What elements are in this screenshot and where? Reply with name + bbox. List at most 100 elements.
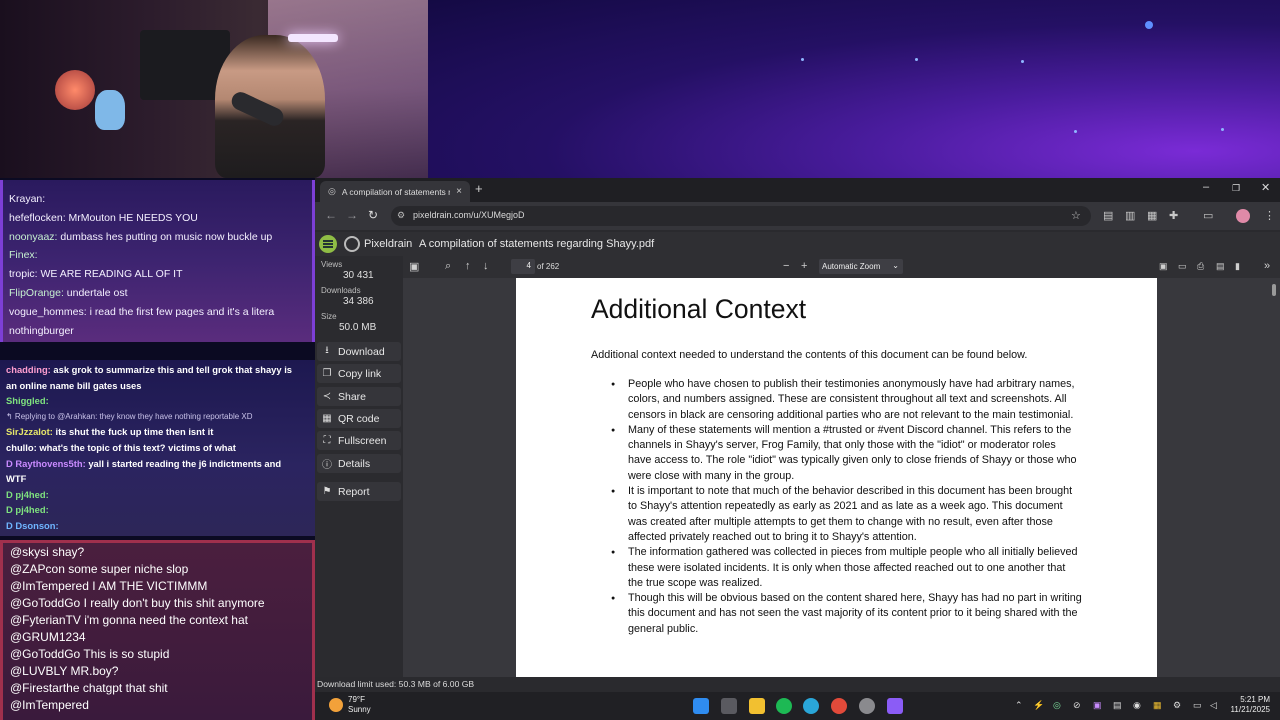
stream-background (428, 0, 1280, 178)
pdf-toolbar: ▣ ⌕ ↑ ↓ 4 of 262 − + Automatic Zoom ⌄ ▣ … (403, 256, 1280, 278)
details-button[interactable]: ⓘ Details (317, 454, 401, 473)
bookmark-icon[interactable]: ▮ (1235, 261, 1240, 272)
tray-app-icon[interactable]: ⚙ (1173, 700, 1181, 711)
sidebar-toggle-icon[interactable]: ▣ (409, 260, 419, 273)
chat-text: its shut the fuck up time then isnt it (55, 426, 214, 438)
obs-icon[interactable] (859, 698, 875, 714)
chat-username[interactable]: vogue_hommes: (9, 306, 87, 318)
menu-button[interactable] (319, 235, 337, 253)
maximize-button[interactable]: ❐ (1232, 183, 1240, 194)
chat-username[interactable]: Shiggled: (6, 395, 49, 406)
spotify-icon[interactable] (776, 698, 792, 714)
file-explorer-icon[interactable] (749, 698, 765, 714)
presentation-icon[interactable]: ▣ (1159, 261, 1168, 272)
back-icon[interactable]: ← (325, 208, 337, 222)
app-icon[interactable] (887, 698, 903, 714)
chat-username[interactable]: tropic: (9, 268, 38, 280)
chat-username[interactable]: chadding: (6, 364, 51, 375)
save-icon[interactable]: ▤ (1216, 261, 1225, 272)
clock[interactable]: 5:21 PM 11/21/2025 (1228, 695, 1270, 715)
bookmark-star-icon[interactable]: ☆ (1071, 209, 1081, 222)
steam-icon[interactable]: ◉ (1133, 700, 1141, 711)
address-bar[interactable]: ⚙ pixeldrain.com/u/XUMegjoD (391, 206, 1091, 226)
previous-page-icon[interactable]: ↑ (465, 260, 471, 272)
tray-app-icon[interactable]: ⚡ (1033, 700, 1044, 711)
site-name[interactable]: Pixeldrain (364, 238, 412, 250)
chat-username[interactable]: D Raythovens5th: (6, 458, 86, 469)
qr-code-icon: ▦ (322, 413, 332, 424)
forward-icon[interactable]: → (346, 208, 358, 222)
scrollbar-thumb[interactable] (1272, 284, 1276, 296)
browser-tab[interactable]: ◎ A compilation of statements re × (320, 181, 470, 202)
chat-username[interactable]: @GoToddGo (10, 647, 80, 661)
chat-username[interactable]: Finex: (9, 249, 38, 261)
copy-link-button[interactable]: ❐ Copy link (317, 364, 401, 383)
tools-chevron-icon[interactable]: » (1264, 260, 1270, 272)
chat-username[interactable]: @LUVBLY (10, 664, 67, 678)
reload-icon[interactable]: ↻ (368, 208, 378, 222)
close-window-button[interactable]: ✕ (1261, 181, 1270, 194)
downloads-count: 34 386 (343, 296, 374, 307)
chat-username[interactable]: @ImTempered (10, 579, 89, 593)
download-button[interactable]: ⭳ Download (317, 342, 401, 361)
tray-app-icon[interactable]: ▤ (1113, 700, 1122, 711)
weather-widget[interactable]: 79°F Sunny (348, 695, 371, 715)
chat-username[interactable]: noonyaaz: (9, 231, 57, 243)
more-menu-icon[interactable]: ⋮ (1264, 209, 1275, 222)
extensions-puzzle-icon[interactable]: ✚ (1169, 209, 1178, 222)
chat-username[interactable]: @skysi (10, 545, 49, 559)
open-file-icon[interactable]: ▭ (1178, 261, 1187, 272)
site-info-icon[interactable]: ⚙ (397, 210, 405, 221)
page-number-input[interactable]: 4 (511, 259, 535, 274)
tray-app-icon[interactable]: ▦ (1153, 700, 1162, 711)
profile-avatar[interactable] (1236, 209, 1250, 223)
close-tab-icon[interactable]: × (456, 186, 462, 197)
document-extension-icon[interactable]: ▤ (1103, 209, 1113, 222)
zoom-in-icon[interactable]: + (801, 260, 807, 272)
chat-username[interactable]: @ImTempered (10, 698, 89, 712)
tray-chevron-icon[interactable]: ⌃ (1015, 700, 1023, 711)
chat-username[interactable]: @GoToddGo (10, 596, 80, 610)
chat-username[interactable]: D Dsonson: (6, 520, 59, 531)
chat-panel-middle: chadding: ask grok to summarize this and… (0, 360, 315, 536)
volume-icon[interactable]: ◁ (1210, 700, 1217, 711)
tab-search-icon[interactable]: ▭ (1203, 209, 1213, 222)
page-count: of 262 (537, 262, 560, 271)
chat-username[interactable]: hefeflocken: (9, 212, 66, 224)
search-icon[interactable]: ⌕ (445, 260, 451, 273)
chat-username[interactable]: @ZAPcon (10, 562, 65, 576)
tray-app-icon[interactable]: ⊘ (1073, 700, 1081, 711)
chat-username[interactable]: D pj4hed: (6, 489, 49, 500)
edge-icon[interactable] (803, 698, 819, 714)
trash-extension-icon[interactable]: ▥ (1125, 209, 1135, 222)
start-icon[interactable] (693, 698, 709, 714)
fullscreen-button[interactable]: ⛶ Fullscreen (317, 431, 401, 450)
network-icon[interactable]: ▭ (1193, 700, 1202, 711)
next-page-icon[interactable]: ↓ (483, 260, 489, 272)
chat-username[interactable]: Krayan: (9, 193, 45, 205)
task-view-icon[interactable] (721, 698, 737, 714)
tray-app-icon[interactable]: ▣ (1093, 700, 1102, 711)
report-button[interactable]: ⚑ Report (317, 482, 401, 501)
chat-text: ↰ Replying to @Arahkan: they know they h… (6, 411, 253, 421)
print-icon[interactable]: ⎙ (1197, 261, 1204, 272)
chat-username[interactable]: D pj4hed: (6, 504, 49, 515)
chat-text: I really don't buy this shit anymore (83, 596, 265, 610)
chat-message: tropic: WE ARE READING ALL OF IT (9, 265, 306, 284)
new-tab-button[interactable]: + (475, 181, 483, 196)
chat-username[interactable]: @FyterianTV (10, 613, 81, 627)
weather-icon[interactable] (329, 698, 343, 712)
chat-username[interactable]: @Firestarthe (10, 681, 80, 695)
qr-code-button[interactable]: ▦ QR code (317, 409, 401, 428)
chat-username[interactable]: FlipOrange: (9, 287, 64, 299)
chat-username[interactable]: @GRUM1234 (10, 630, 86, 644)
zoom-select[interactable]: Automatic Zoom ⌄ (819, 259, 903, 274)
share-button[interactable]: ≺ Share (317, 387, 401, 406)
chrome-icon[interactable] (831, 698, 847, 714)
minimize-button[interactable]: – (1203, 181, 1209, 193)
zoom-out-icon[interactable]: − (783, 260, 789, 272)
chat-username[interactable]: SirJzzalot: (6, 426, 53, 437)
tray-app-icon[interactable]: ◎ (1053, 700, 1061, 711)
chat-username[interactable]: chullo: (6, 442, 37, 453)
extension-icon[interactable]: ▦ (1147, 209, 1157, 222)
